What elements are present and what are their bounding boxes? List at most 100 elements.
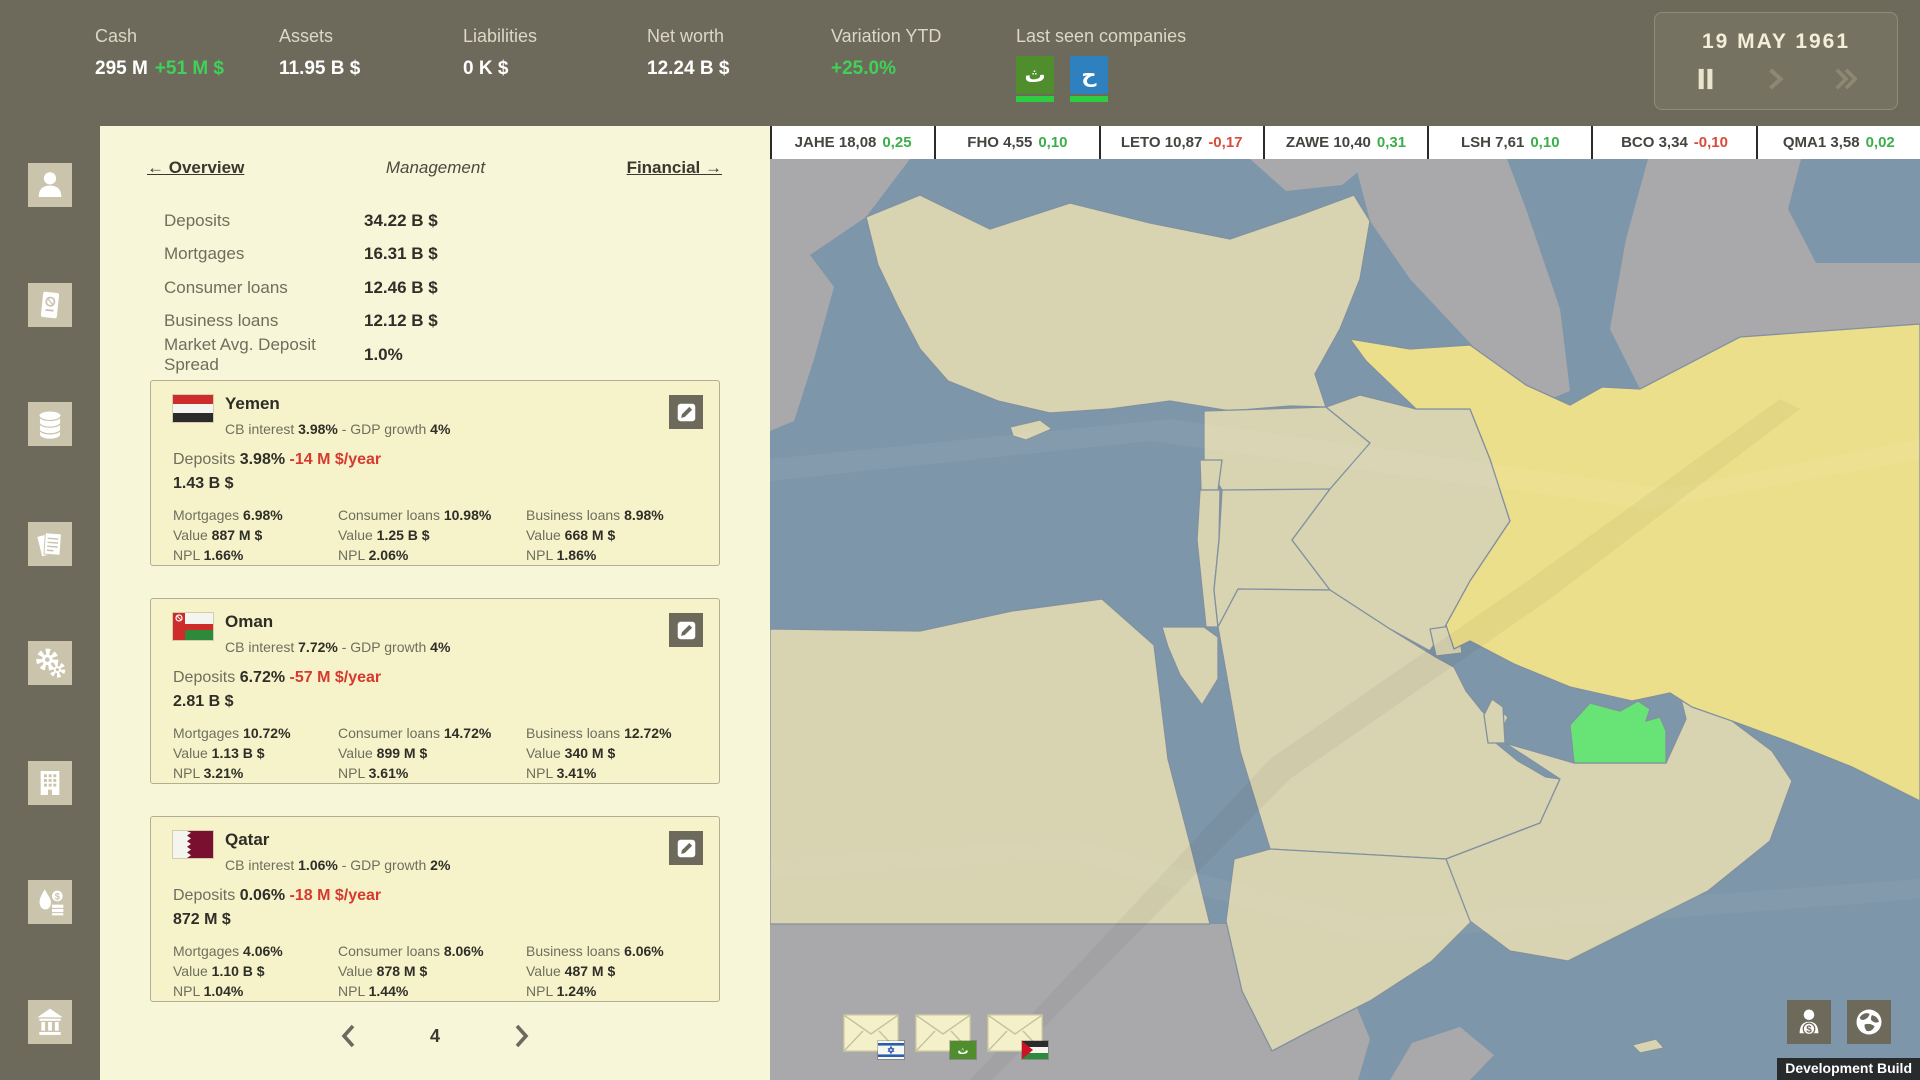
stat-value: 0 K $ xyxy=(463,58,647,80)
edit-country-button[interactable] xyxy=(669,613,703,647)
ticker-cell-qma1[interactable]: QMA1 3,580,02 xyxy=(1756,126,1920,159)
tab-financial[interactable]: Financial → xyxy=(627,158,722,178)
ticker-symbol-price: BCO 3,34 xyxy=(1621,134,1688,151)
map-area: JAHE 18,08 0,25 FHO 4,55 0,10 LETO 10,87-0,1… xyxy=(770,126,1920,1080)
ticker-cell-bco[interactable]: BCO 3,34 -0,10 xyxy=(1591,126,1755,159)
sidebar xyxy=(0,126,100,1080)
product-column: Business loans 8.98% Value 668 M $ NPL 1… xyxy=(526,505,709,565)
ticker-change: 0,10 xyxy=(1038,134,1067,151)
company-progress-bar xyxy=(1070,96,1108,102)
page-prev-button[interactable] xyxy=(335,1022,361,1050)
market-stat-label: Mortgages xyxy=(164,244,364,264)
market-stat-label: Business loans xyxy=(164,311,364,331)
product-column: Mortgages 4.06% Value 1.10 B $ NPL 1.04% xyxy=(173,941,338,1001)
stock-ticker: JAHE 18,08 0,25 FHO 4,55 0,10 LETO 10,87-0,1… xyxy=(770,126,1920,159)
ticker-cell-leto[interactable]: LETO 10,87-0,17 xyxy=(1099,126,1263,159)
banking-panel: ← Overview Management Financial → Deposi… xyxy=(100,126,770,1080)
ticker-change: -0,17 xyxy=(1208,134,1242,151)
sidebar-item-coins-stack[interactable] xyxy=(28,402,72,446)
topbar-stat-net-worth: Net worth12.24 B $ xyxy=(647,0,831,80)
country-card-yemen: Yemen CB interest 3.98% - GDP growth 4% … xyxy=(150,380,720,566)
market-stat-value: 12.12 B $ xyxy=(364,311,438,331)
world-button[interactable] xyxy=(1847,1000,1891,1044)
company-icon[interactable]: ح xyxy=(1070,56,1108,94)
topbar-stat-liabilities: Liabilities 0 K $ xyxy=(463,0,647,80)
country-card-oman: Oman CB interest 7.72% - GDP growth 4% D… xyxy=(150,598,720,784)
stat-value: 12.24 B $ xyxy=(647,58,831,80)
date-box: 19 MAY 1961 xyxy=(1654,12,1898,110)
sidebar-item-person[interactable] xyxy=(28,163,72,207)
israel-flag xyxy=(878,1041,904,1059)
ticker-symbol-price: FHO 4,55 xyxy=(967,134,1032,151)
ticker-change: 0,02 xyxy=(1866,134,1895,151)
middle-east-map[interactable] xyxy=(770,159,1920,1080)
ticker-symbol-price: JAHE 18,08 xyxy=(795,134,877,151)
sidebar-item-bank[interactable] xyxy=(28,1000,72,1044)
stat-label: Cash xyxy=(95,26,279,47)
map-corner-buttons xyxy=(1787,1000,1891,1044)
pagination: 4 xyxy=(335,1022,535,1050)
sidebar-item-contracts[interactable] xyxy=(28,522,72,566)
market-stat-value: 12.46 B $ xyxy=(364,278,438,298)
oman-flag xyxy=(173,613,213,640)
edit-country-button[interactable] xyxy=(669,395,703,429)
deposit-value: 1.43 B $ xyxy=(173,475,233,493)
world-map[interactable]: ث Development Build xyxy=(770,159,1920,1080)
bank-icon xyxy=(34,1006,66,1038)
deposit-change: -18 M $/year xyxy=(290,887,382,904)
edit-pencil-icon xyxy=(676,620,697,641)
company-badge: ث xyxy=(950,1041,976,1059)
message-envelope-company-green[interactable]: ث xyxy=(915,1014,971,1052)
edit-country-button[interactable] xyxy=(669,831,703,865)
market-stat-value: 1.0% xyxy=(364,345,403,365)
ticker-change: -0,10 xyxy=(1694,134,1728,151)
company-glyph: ث xyxy=(1024,65,1045,86)
topbar-stats: Cash295 M+51 M $Assets11.95 B $Liabiliti… xyxy=(95,0,1015,80)
deposits-line: Deposits 6.72% -57 M $/year xyxy=(173,669,381,687)
country-macro-line: CB interest 1.06% - GDP growth 2% xyxy=(225,857,450,873)
population-button[interactable] xyxy=(1787,1000,1831,1044)
ticker-cell-jahe[interactable]: JAHE 18,08 0,25 xyxy=(770,126,934,159)
product-column: Mortgages 10.72% Value 1.13 B $ NPL 3.21… xyxy=(173,723,338,783)
product-column: Business loans 6.06% Value 487 M $ NPL 1… xyxy=(526,941,709,1001)
ticker-cell-zawe[interactable]: ZAWE 10,400,31 xyxy=(1263,126,1427,159)
stat-label: Liabilities xyxy=(463,26,647,47)
company-progress-bar xyxy=(1016,96,1054,102)
stat-label: Assets xyxy=(279,26,463,47)
tab-overview[interactable]: ← Overview xyxy=(147,158,244,178)
sidebar-item-passport[interactable] xyxy=(28,283,72,327)
market-stat-label: Market Avg. Deposit Spread xyxy=(164,335,364,375)
page-next-button[interactable] xyxy=(509,1022,535,1050)
sidebar-item-gears[interactable] xyxy=(28,641,72,685)
stat-value: +25.0% xyxy=(831,58,1015,80)
person-icon xyxy=(34,169,66,201)
product-column: Business loans 12.72% Value 340 M $ NPL … xyxy=(526,723,709,783)
message-envelope-israel-flag[interactable] xyxy=(843,1014,899,1052)
coins-stack-icon xyxy=(34,408,66,440)
gears-icon xyxy=(34,647,66,679)
panel-tabs: ← Overview Management Financial → xyxy=(147,158,722,178)
ticker-change: 0,25 xyxy=(882,134,911,151)
ticker-cell-fho[interactable]: FHO 4,55 0,10 xyxy=(934,126,1098,159)
sidebar-item-commodities[interactable] xyxy=(28,880,72,924)
country-macro-line: CB interest 3.98% - GDP growth 4% xyxy=(225,421,450,437)
topbar-stat-variation-ytd: Variation YTD+25.0% xyxy=(831,0,1015,80)
fast-forward-button[interactable] xyxy=(1833,66,1859,92)
sidebar-item-office-building[interactable] xyxy=(28,761,72,805)
product-stats: Mortgages 10.72% Value 1.13 B $ NPL 3.21… xyxy=(173,723,709,783)
country-name: Oman xyxy=(225,612,273,632)
pause-button[interactable] xyxy=(1693,66,1719,92)
company-glyph: ح xyxy=(1081,65,1096,86)
play-button[interactable] xyxy=(1763,66,1789,92)
ticker-cell-lsh[interactable]: LSH 7,610,10 xyxy=(1427,126,1591,159)
message-envelope-jordan-flag[interactable] xyxy=(987,1014,1043,1052)
last-seen-companies: Last seen companies ثح xyxy=(1016,0,1186,94)
company-icon[interactable]: ث xyxy=(1016,56,1054,94)
baby-coin-icon xyxy=(1794,1007,1824,1037)
market-stat-value: 34.22 B $ xyxy=(364,211,438,231)
top-status-bar: Cash295 M+51 M $Assets11.95 B $Liabiliti… xyxy=(0,0,1920,126)
ticker-symbol-price: ZAWE 10,40 xyxy=(1286,134,1371,151)
product-stats: Mortgages 6.98% Value 887 M $ NPL 1.66% … xyxy=(173,505,709,565)
ticker-change: 0,10 xyxy=(1530,134,1559,151)
current-date: 19 MAY 1961 xyxy=(1655,30,1897,54)
